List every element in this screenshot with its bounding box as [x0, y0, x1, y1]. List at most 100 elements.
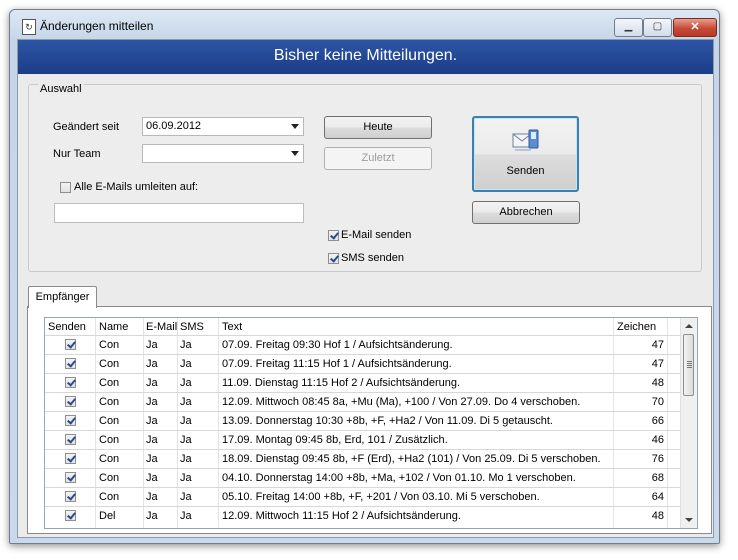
vertical-scrollbar[interactable] [680, 318, 697, 528]
table-row[interactable]: Con Ja Ja 18.09. Dienstag 09:45 8b, +F (Erd… [45, 449, 681, 469]
table-row[interactable]: Con Ja Ja 05.10. Freitag 14:00 +8b, +F, +20… [45, 487, 681, 507]
cell-name: Con [99, 396, 120, 408]
cell-email: Ja [146, 434, 158, 446]
cell-name: Con [99, 358, 120, 370]
auswahl-group [28, 84, 702, 272]
cell-text: 12.09. Mittwoch 11:15 Hof 2 / Aufsichtsä… [222, 510, 461, 522]
table-header: Senden Name E-Mail SMS Text Zeichen [45, 318, 681, 335]
cell-text: 04.10. Donnerstag 14:00 +8b, +Ma, +102 /… [222, 472, 576, 484]
column-header-name[interactable]: Name [99, 321, 128, 333]
send-checkbox[interactable] [65, 434, 76, 445]
scroll-down-arrow-icon[interactable] [685, 518, 693, 522]
dialog-client-area: Bisher keine Mitteilungen. Auswahl Geänd… [17, 39, 714, 538]
tab-empfaenger[interactable]: Empfänger [28, 286, 97, 308]
cell-sms: Ja [180, 415, 192, 427]
cell-name: Con [99, 453, 120, 465]
close-button[interactable]: ✕ [673, 18, 717, 37]
scroll-up-arrow-icon[interactable] [685, 324, 693, 328]
table-row[interactable]: Con Ja Ja 07.09. Freitag 11:15 Hof 1 / Aufs… [45, 354, 681, 374]
cell-sms: Ja [180, 358, 192, 370]
today-button[interactable]: Heute [324, 116, 432, 139]
table-row[interactable]: Con Ja Ja 04.10. Donnerstag 14:00 +8b, +Ma,… [45, 468, 681, 488]
chevron-down-icon [291, 124, 299, 129]
cell-name: Con [99, 377, 120, 389]
send-button-label: Senden [506, 165, 545, 177]
send-checkbox[interactable] [65, 339, 76, 350]
redirect-label: Alle E-Mails umleiten auf: [74, 181, 199, 193]
table-row[interactable]: Con Ja Ja 13.09. Donnerstag 10:30 +8b, +F, … [45, 411, 681, 431]
table-row[interactable]: Con Ja Ja 17.09. Montag 09:45 8b, Erd, 101 … [45, 430, 681, 450]
send-checkbox[interactable] [65, 396, 76, 407]
table-row[interactable]: Con Ja Ja 07.09. Freitag 09:30 Hof 1 / Aufs… [45, 335, 681, 355]
table-row[interactable]: Con Ja Ja 12.09. Mittwoch 08:45 8a, +Mu (Ma… [45, 392, 681, 412]
grip-icon [687, 361, 692, 362]
cell-sms: Ja [180, 377, 192, 389]
cell-text: 13.09. Donnerstag 10:30 +8b, +F, +Ha2 / … [222, 415, 553, 427]
cell-text: 11.09. Dienstag 11:15 Hof 2 / Aufsichtsä… [222, 377, 461, 389]
redirect-checkbox[interactable] [60, 182, 71, 193]
team-combo[interactable] [142, 144, 304, 163]
scrollbar-thumb[interactable] [683, 334, 694, 396]
cell-chars: 47 [651, 339, 664, 351]
cell-name: Con [99, 415, 120, 427]
app-icon: ↻ [22, 19, 36, 35]
cancel-button[interactable]: Abbrechen [472, 201, 580, 224]
cell-name: Con [99, 434, 120, 446]
changed-since-combo[interactable]: 06.09.2012 [142, 117, 304, 136]
cell-text: 12.09. Mittwoch 08:45 8a, +Mu (Ma), +100… [222, 396, 581, 408]
chevron-down-icon [291, 151, 299, 156]
cell-text: 18.09. Dienstag 09:45 8b, +F (Erd), +Ha2… [222, 453, 601, 465]
cell-email: Ja [146, 453, 158, 465]
send-mail-icon [512, 129, 539, 151]
auswahl-legend: Auswahl [38, 83, 84, 95]
minimize-button[interactable]: ▁ [614, 18, 643, 37]
table-row[interactable]: Con Ja Ja 11.09. Dienstag 11:15 Hof 2 / Auf… [45, 373, 681, 393]
cell-chars: 46 [651, 434, 664, 446]
cell-name: Con [99, 339, 120, 351]
cell-chars: 68 [651, 472, 664, 484]
column-header-email[interactable]: E-Mail [146, 321, 177, 333]
column-header-text[interactable]: Text [222, 321, 242, 333]
maximize-button[interactable]: ▢ [643, 18, 672, 37]
cell-sms: Ja [180, 339, 192, 351]
send-checkbox[interactable] [65, 377, 76, 388]
email-send-checkbox[interactable] [328, 230, 339, 241]
cell-name: Con [99, 472, 120, 484]
send-checkbox[interactable] [65, 415, 76, 426]
cell-text: 05.10. Freitag 14:00 +8b, +F, +201 / Von… [222, 491, 540, 503]
cell-sms: Ja [180, 472, 192, 484]
send-checkbox[interactable] [65, 510, 76, 521]
redirect-email-input[interactable] [54, 203, 304, 223]
table-row[interactable]: Del Ja Ja 12.09. Mittwoch 11:15 Hof 2 / Auf… [45, 506, 681, 526]
column-header-send[interactable]: Senden [48, 321, 86, 333]
cell-chars: 48 [651, 510, 664, 522]
column-header-chars[interactable]: Zeichen [617, 321, 656, 333]
cell-text: 07.09. Freitag 11:15 Hof 1 / Aufsichtsän… [222, 358, 452, 370]
cell-text: 07.09. Freitag 09:30 Hof 1 / Aufsichtsän… [222, 339, 453, 351]
cell-name: Del [99, 510, 116, 522]
cell-email: Ja [146, 377, 158, 389]
last-button[interactable]: Zuletzt [324, 147, 432, 170]
cell-email: Ja [146, 510, 158, 522]
cell-email: Ja [146, 472, 158, 484]
cell-sms: Ja [180, 453, 192, 465]
cell-chars: 66 [651, 415, 664, 427]
window-title: Änderungen mitteilen [40, 19, 154, 33]
title-bar[interactable]: ↻ Änderungen mitteilen ▁ ▢ ✕ [10, 10, 719, 40]
cell-text: 17.09. Montag 09:45 8b, Erd, 101 / Zusät… [222, 434, 448, 446]
sms-send-checkbox[interactable] [328, 253, 339, 264]
email-send-label: E-Mail senden [341, 229, 412, 241]
changed-since-value: 06.09.2012 [146, 120, 202, 132]
cell-email: Ja [146, 339, 158, 351]
cell-chars: 64 [651, 491, 664, 503]
column-header-sms[interactable]: SMS [180, 321, 204, 333]
send-checkbox[interactable] [65, 472, 76, 483]
send-button[interactable]: Senden [472, 116, 579, 192]
sms-send-label: SMS senden [341, 252, 404, 264]
team-label: Nur Team [53, 148, 101, 160]
recipients-panel: Senden Name E-Mail SMS Text Zeichen Con J… [27, 306, 712, 534]
send-checkbox[interactable] [65, 491, 76, 502]
send-checkbox[interactable] [65, 358, 76, 369]
send-checkbox[interactable] [65, 453, 76, 464]
cell-email: Ja [146, 415, 158, 427]
